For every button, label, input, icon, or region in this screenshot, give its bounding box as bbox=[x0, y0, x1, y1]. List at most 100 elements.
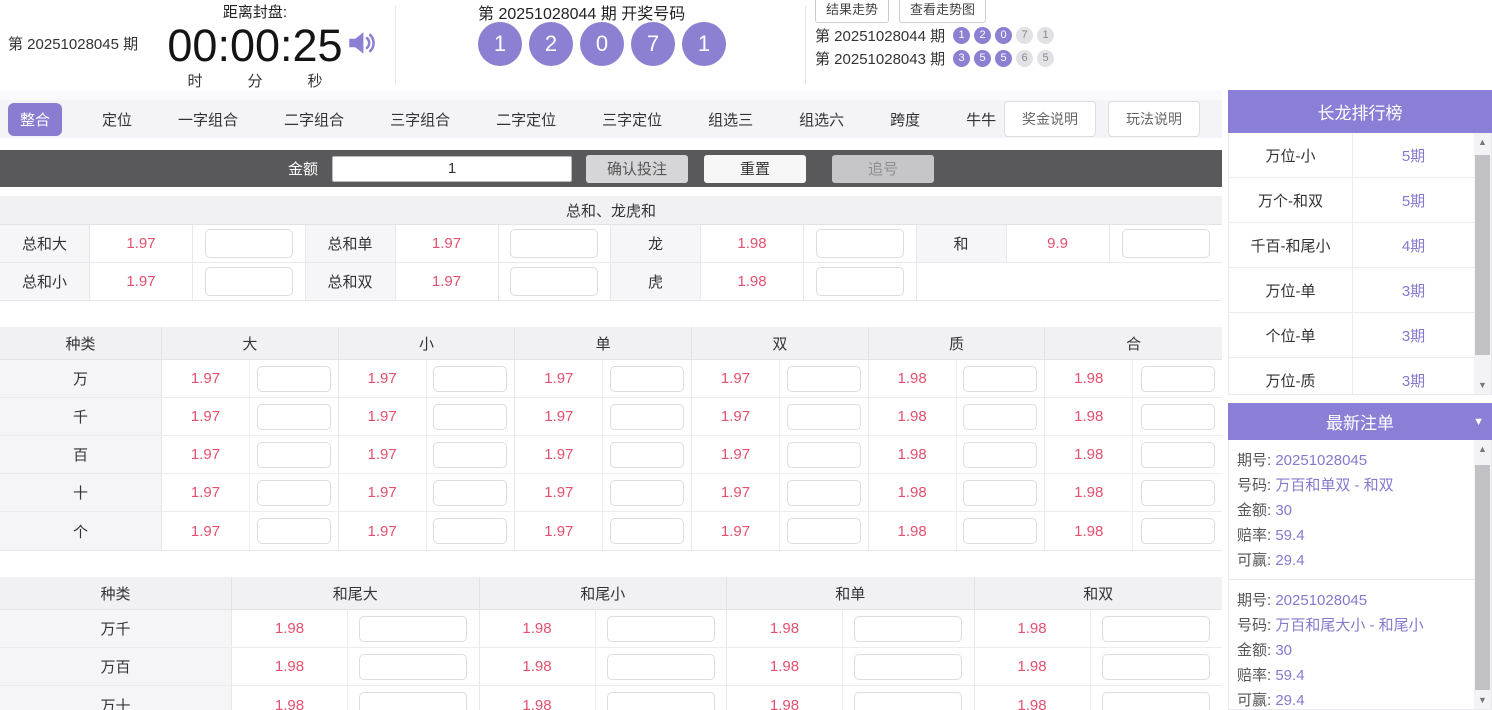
bet-input-cell bbox=[780, 512, 869, 550]
bet-amount-box[interactable] bbox=[963, 518, 1038, 544]
bet-amount-box[interactable] bbox=[1140, 365, 1215, 392]
tab-组选六[interactable]: 组选六 bbox=[793, 103, 850, 136]
bet-amount-box[interactable] bbox=[786, 365, 861, 392]
collapse-caret-icon[interactable]: ▼ bbox=[1473, 416, 1484, 428]
scroll-up-icon[interactable]: ▲ bbox=[1474, 135, 1491, 149]
bet-amount-box[interactable] bbox=[815, 267, 904, 296]
scroll-up-icon[interactable]: ▲ bbox=[1474, 442, 1491, 456]
reset-button[interactable]: 重置 bbox=[704, 154, 806, 183]
bet-amount-box[interactable] bbox=[1102, 653, 1211, 680]
confirm-bet-button[interactable]: 确认投注 bbox=[586, 154, 688, 183]
bet-amount-box[interactable] bbox=[963, 365, 1038, 392]
bet-amount-box[interactable] bbox=[786, 441, 861, 468]
tab-牛牛[interactable]: 牛牛 bbox=[960, 103, 1002, 136]
current-issue-label: 第 20251028045 期 bbox=[8, 36, 139, 53]
bet-amount-box[interactable] bbox=[854, 692, 963, 710]
scroll-thumb[interactable] bbox=[1475, 465, 1490, 690]
tab-三字组合[interactable]: 三字组合 bbox=[384, 103, 456, 136]
odds-value: 1.98 bbox=[727, 610, 843, 647]
tab-跨度[interactable]: 跨度 bbox=[884, 103, 926, 136]
bet-amount-box[interactable] bbox=[1102, 692, 1211, 710]
bet-amount-box[interactable] bbox=[433, 441, 508, 468]
history-ball: 6 bbox=[1016, 49, 1034, 67]
amount-input[interactable] bbox=[332, 155, 572, 182]
bet-amount-box[interactable] bbox=[1140, 479, 1215, 506]
bet-amount-box[interactable] bbox=[610, 479, 685, 506]
bet-amount-box[interactable] bbox=[256, 365, 331, 392]
odds-value: 1.98 bbox=[232, 610, 348, 647]
bet-input-cell bbox=[427, 436, 516, 473]
bet-amount-box[interactable] bbox=[359, 615, 468, 642]
tab-二字组合[interactable]: 二字组合 bbox=[278, 103, 350, 136]
bet-amount-box[interactable] bbox=[786, 518, 861, 544]
bet-amount-box[interactable] bbox=[204, 229, 293, 258]
bet-amount-box[interactable] bbox=[610, 365, 685, 392]
header-cell: 小 bbox=[339, 327, 516, 359]
scroll-thumb[interactable] bbox=[1475, 155, 1490, 355]
bet-amount-box[interactable] bbox=[510, 229, 599, 258]
bet-amount-box[interactable] bbox=[815, 229, 904, 258]
prize-info-button[interactable]: 奖金说明 bbox=[1004, 101, 1096, 137]
bet-amount-box[interactable] bbox=[610, 441, 685, 468]
order-number: 号码: 万百和尾大小 - 和尾小 bbox=[1237, 613, 1483, 638]
bet-amount-box[interactable] bbox=[433, 518, 508, 544]
bet-amount-box[interactable] bbox=[606, 615, 715, 642]
bet-input-cell bbox=[843, 686, 975, 710]
bet-amount-box[interactable] bbox=[1121, 229, 1210, 258]
bet-amount-box[interactable] bbox=[854, 653, 963, 680]
bet-amount-box[interactable] bbox=[1102, 615, 1211, 642]
rules-info-button[interactable]: 玩法说明 bbox=[1108, 101, 1200, 137]
order-field-value: 29.4 bbox=[1275, 692, 1305, 709]
bet-input-cell bbox=[250, 474, 339, 511]
bet-amount-box[interactable] bbox=[1140, 518, 1215, 544]
bet-amount-box[interactable] bbox=[606, 653, 715, 680]
bet-amount-box[interactable] bbox=[963, 441, 1038, 468]
header-cell: 合 bbox=[1126, 335, 1142, 353]
scrollbar[interactable]: ▲ ▼ bbox=[1474, 133, 1491, 394]
bet-amount-box[interactable] bbox=[610, 403, 685, 430]
scroll-down-icon[interactable]: ▼ bbox=[1474, 693, 1491, 707]
bet-amount-box[interactable] bbox=[963, 403, 1038, 430]
bet-amount-box[interactable] bbox=[854, 615, 963, 642]
bet-amount-box[interactable] bbox=[606, 692, 715, 710]
bet-amount-box[interactable] bbox=[359, 653, 468, 680]
speaker-icon[interactable] bbox=[345, 26, 379, 60]
order-field-label: 赔率: bbox=[1237, 527, 1276, 544]
bet-amount-box[interactable] bbox=[786, 479, 861, 506]
bet-amount-box[interactable] bbox=[1140, 403, 1215, 430]
tab-整合[interactable]: 整合 bbox=[8, 102, 63, 136]
bet-amount-box[interactable] bbox=[1140, 441, 1215, 468]
odds-value: 1.98 bbox=[727, 686, 843, 710]
tab-定位[interactable]: 定位 bbox=[96, 103, 138, 136]
bet-amount-box[interactable] bbox=[610, 518, 685, 544]
chase-number-button[interactable]: 追号 bbox=[832, 154, 934, 183]
bet-amount-box[interactable] bbox=[433, 479, 508, 506]
bet-amount-box[interactable] bbox=[256, 441, 331, 468]
bet-amount-box[interactable] bbox=[786, 403, 861, 430]
tab-一字组合[interactable]: 一字组合 bbox=[172, 103, 244, 136]
tab-三字定位[interactable]: 三字定位 bbox=[596, 103, 668, 136]
order-field-label: 可赢: bbox=[1237, 692, 1276, 709]
bet-input-cell bbox=[957, 474, 1046, 511]
tab-组选三[interactable]: 组选三 bbox=[702, 103, 759, 136]
bet-amount-box[interactable] bbox=[256, 403, 331, 430]
tab-二字定位[interactable]: 二字定位 bbox=[490, 103, 562, 136]
scrollbar[interactable]: ▲ ▼ bbox=[1474, 440, 1491, 709]
bet-amount-box[interactable] bbox=[433, 403, 508, 430]
bet-input-cell bbox=[780, 474, 869, 511]
bet-amount-box[interactable] bbox=[256, 518, 331, 544]
bet-amount-box[interactable] bbox=[963, 479, 1038, 506]
bet-amount-box[interactable] bbox=[510, 267, 599, 296]
bet-amount-box[interactable] bbox=[204, 267, 293, 296]
bet-amount-box[interactable] bbox=[433, 365, 508, 392]
header-cell: 双 bbox=[692, 327, 869, 359]
bet-input-cell bbox=[1091, 686, 1223, 710]
bet-amount-box[interactable] bbox=[256, 479, 331, 506]
result-trend-button[interactable]: 结果走势 bbox=[815, 0, 890, 23]
view-trend-chart-button[interactable]: 查看走势图 bbox=[899, 0, 987, 23]
odds-value: 1.98 bbox=[701, 225, 804, 262]
odds-table-row: 个 1.97 1.97 1.97 1.97 1.98 1.98 bbox=[0, 512, 1222, 550]
bet-amount-box[interactable] bbox=[359, 692, 468, 710]
odds-label: 总和双 bbox=[305, 263, 396, 300]
scroll-down-icon[interactable]: ▼ bbox=[1474, 378, 1491, 392]
